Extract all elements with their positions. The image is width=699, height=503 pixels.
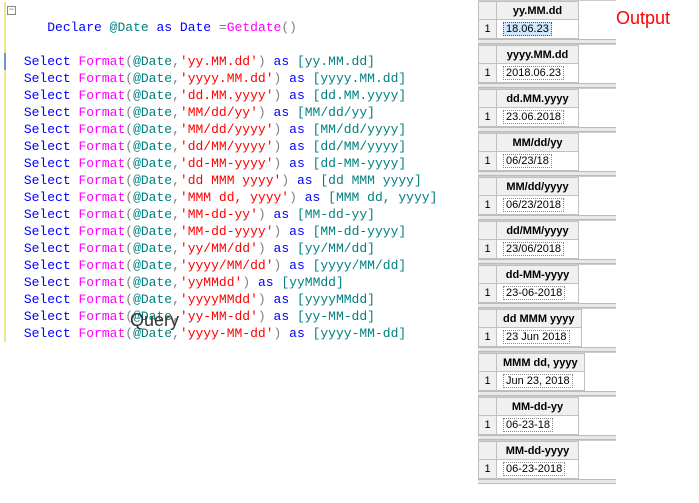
column-header[interactable]: dd-MM-yyyy xyxy=(497,266,579,284)
grid-corner[interactable] xyxy=(479,398,497,416)
row-header[interactable]: 1 xyxy=(479,196,497,215)
column-header[interactable]: yy.MM.dd xyxy=(497,2,579,20)
code-line: Select Format(@Date,'MM-dd-yyyy') as [MM… xyxy=(2,223,475,240)
column-header[interactable]: dd/MM/yyyy xyxy=(497,222,579,240)
code-line: Select Format(@Date,'dd MMM yyyy') as [d… xyxy=(2,172,475,189)
column-header[interactable]: MMM dd, yyyy xyxy=(497,354,585,372)
row-header[interactable]: 1 xyxy=(479,416,497,435)
grid-corner[interactable] xyxy=(479,222,497,240)
row-header[interactable]: 1 xyxy=(479,372,497,391)
code-line: Select Format(@Date,'yy.MM.dd') as [yy.M… xyxy=(2,53,475,70)
code-line: Select Format(@Date,'yyyy-MM-dd') as [yy… xyxy=(2,325,475,342)
row-header[interactable]: 1 xyxy=(479,152,497,171)
code-line: Select Format(@Date,'MMM dd, yyyy') as [… xyxy=(2,189,475,206)
query-label: Query xyxy=(130,310,179,331)
result-cell[interactable]: Jun 23, 2018 xyxy=(497,372,585,391)
grid-corner[interactable] xyxy=(479,310,497,328)
column-header[interactable]: dd.MM.yyyy xyxy=(497,90,579,108)
result-cell[interactable]: 06/23/18 xyxy=(497,152,579,171)
row-header[interactable]: 1 xyxy=(479,20,497,39)
grid-corner[interactable] xyxy=(479,442,497,460)
code-line: −Declare @Date as Date =Getdate() xyxy=(2,2,475,53)
result-grid[interactable]: dd-MM-yyyy123-06-2018 xyxy=(478,264,616,303)
code-line: Select Format(@Date,'dd.MM.yyyy') as [dd… xyxy=(2,87,475,104)
grid-corner[interactable] xyxy=(479,134,497,152)
result-cell[interactable]: 18.06.23 xyxy=(497,20,579,39)
column-header[interactable]: MM/dd/yy xyxy=(497,134,579,152)
column-header[interactable]: yyyy.MM.dd xyxy=(497,46,579,64)
result-grid[interactable]: dd MMM yyyy123 Jun 2018 xyxy=(478,308,616,347)
result-grid[interactable]: MM-dd-yyyy106-23-2018 xyxy=(478,440,616,479)
row-header[interactable]: 1 xyxy=(479,108,497,127)
code-line: Select Format(@Date,'dd/MM/yyyy') as [dd… xyxy=(2,138,475,155)
result-cell[interactable]: 23.06.2018 xyxy=(497,108,579,127)
row-header[interactable]: 1 xyxy=(479,460,497,479)
code-line: Select Format(@Date,'MM/dd/yyyy') as [MM… xyxy=(2,121,475,138)
row-header[interactable]: 1 xyxy=(479,284,497,303)
result-cell[interactable]: 23-06-2018 xyxy=(497,284,579,303)
code-line: Select Format(@Date,'yyyyMMdd') as [yyyy… xyxy=(2,291,475,308)
result-grid[interactable]: yyyy.MM.dd12018.06.23 xyxy=(478,44,616,83)
result-grid[interactable]: dd/MM/yyyy123/06/2018 xyxy=(478,220,616,259)
result-cell[interactable]: 06-23-2018 xyxy=(497,460,579,479)
result-grid[interactable]: MM/dd/yyyy106/23/2018 xyxy=(478,176,616,215)
code-line: Select Format(@Date,'yyyy/MM/dd') as [yy… xyxy=(2,257,475,274)
row-header[interactable]: 1 xyxy=(479,240,497,259)
result-cell[interactable]: 06/23/2018 xyxy=(497,196,579,215)
grid-corner[interactable] xyxy=(479,266,497,284)
result-cell[interactable]: 23 Jun 2018 xyxy=(497,328,582,347)
result-cell[interactable]: 2018.06.23 xyxy=(497,64,579,83)
code-line: Select Format(@Date,'yy/MM/dd') as [yy/M… xyxy=(2,240,475,257)
grid-corner[interactable] xyxy=(479,2,497,20)
code-line: Select Format(@Date,'dd-MM-yyyy') as [dd… xyxy=(2,155,475,172)
output-label: Output xyxy=(616,8,670,29)
column-header[interactable]: MM-dd-yyyy xyxy=(497,442,579,460)
result-grid[interactable]: MM/dd/yy106/23/18 xyxy=(478,132,616,171)
result-grid[interactable]: MM-dd-yy106-23-18 xyxy=(478,396,616,435)
result-grid[interactable]: MMM dd, yyyy1Jun 23, 2018 xyxy=(478,352,616,391)
code-line: Select Format(@Date,'yyyy.MM.dd') as [yy… xyxy=(2,70,475,87)
column-header[interactable]: dd MMM yyyy xyxy=(497,310,582,328)
result-grid[interactable]: yy.MM.dd118.06.23 xyxy=(478,0,616,39)
code-line: Select Format(@Date,'yyMMdd') as [yyMMdd… xyxy=(2,274,475,291)
row-header[interactable]: 1 xyxy=(479,328,497,347)
column-header[interactable]: MM-dd-yy xyxy=(497,398,579,416)
results-pane: yy.MM.dd118.06.23yyyy.MM.dd12018.06.23dd… xyxy=(478,0,616,484)
code-line: Select Format(@Date,'MM-dd-yy') as [MM-d… xyxy=(2,206,475,223)
result-cell[interactable]: 23/06/2018 xyxy=(497,240,579,259)
sql-editor[interactable]: −Declare @Date as Date =Getdate() Select… xyxy=(0,0,475,344)
result-cell[interactable]: 06-23-18 xyxy=(497,416,579,435)
row-header[interactable]: 1 xyxy=(479,64,497,83)
fold-toggle-icon[interactable]: − xyxy=(7,6,16,15)
column-header[interactable]: MM/dd/yyyy xyxy=(497,178,579,196)
code-line: Select Format(@Date,'MM/dd/yy') as [MM/d… xyxy=(2,104,475,121)
grid-corner[interactable] xyxy=(479,90,497,108)
grid-corner[interactable] xyxy=(479,178,497,196)
grid-corner[interactable] xyxy=(479,46,497,64)
code-line: Select Format(@Date,'yy-MM-dd') as [yy-M… xyxy=(2,308,475,325)
grid-splitter[interactable] xyxy=(478,479,616,484)
grid-corner[interactable] xyxy=(479,354,497,372)
result-grid[interactable]: dd.MM.yyyy123.06.2018 xyxy=(478,88,616,127)
